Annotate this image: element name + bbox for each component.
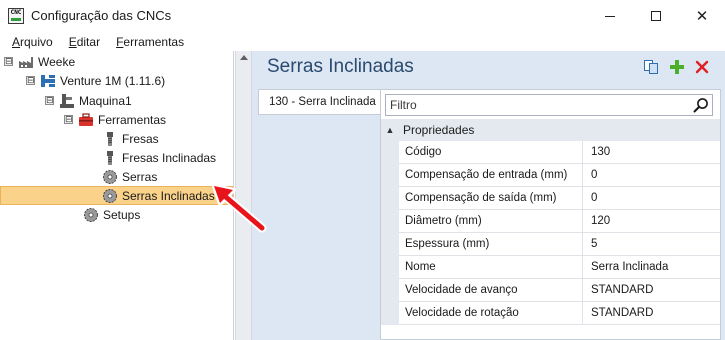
tree-label-weeke: Weeke xyxy=(38,54,76,69)
property-row[interactable]: Código 130 xyxy=(381,141,720,164)
menu-arquivo[interactable]: Arquivo xyxy=(4,35,61,49)
machine-icon xyxy=(59,93,75,109)
tree-node-setups[interactable]: Setups xyxy=(83,205,140,224)
plus-icon xyxy=(670,60,684,74)
tree-label-fresas-inclinadas: Fresas Inclinadas xyxy=(122,150,217,165)
saw-blade-icon xyxy=(102,188,118,204)
panel-title: Serras Inclinadas xyxy=(267,56,414,77)
tree-label-venture: Venture 1M (1.11.6) xyxy=(60,73,166,88)
property-value[interactable]: 130 xyxy=(591,141,610,164)
minimize-button[interactable] xyxy=(587,0,633,32)
copy-button[interactable] xyxy=(642,58,660,76)
property-row[interactable]: Nome Serra Inclinada xyxy=(381,256,720,279)
property-value[interactable]: 0 xyxy=(591,187,597,210)
property-row[interactable]: Velocidade de rotação STANDARD xyxy=(381,302,720,325)
mill-bit-icon xyxy=(102,131,118,147)
panel-splitter[interactable] xyxy=(235,51,252,340)
property-name: Nome xyxy=(405,256,583,279)
property-row[interactable]: Velocidade de avanço STANDARD xyxy=(381,279,720,302)
menu-editar[interactable]: Editar xyxy=(61,35,108,49)
property-value[interactable]: STANDARD xyxy=(591,302,653,325)
window-title: Configuração das CNCs xyxy=(31,8,172,23)
tree-node-serras-inclinadas[interactable]: Serras Inclinadas xyxy=(0,186,233,205)
factory-icon xyxy=(18,54,34,70)
mill-bit-icon xyxy=(102,150,118,166)
menu-arquivo-accel: A xyxy=(12,34,21,49)
filter-box xyxy=(385,94,713,116)
tree-node-maquina1[interactable]: ⊟ Maquina1 xyxy=(45,91,132,110)
delete-button[interactable] xyxy=(693,58,711,76)
tree-node-fresas[interactable]: Fresas xyxy=(102,129,159,148)
property-grid: ▲ Propriedades Código 130 Compensação de … xyxy=(380,89,721,340)
tree-label-serras: Serras xyxy=(122,169,158,184)
menu-editar-accel: E xyxy=(68,34,77,49)
filter-input[interactable] xyxy=(390,97,680,113)
tree-node-weeke[interactable]: ⊟ Weeke xyxy=(4,52,75,71)
menu-arquivo-label: rquivo xyxy=(20,34,53,49)
magnifier-icon xyxy=(693,98,708,113)
expander-ferramentas[interactable]: ⊟ xyxy=(64,115,73,124)
property-value[interactable]: 120 xyxy=(591,210,610,233)
tree-node-fresas-inclinadas[interactable]: Fresas Inclinadas xyxy=(102,148,216,167)
menu-editar-label: ditar xyxy=(76,34,101,49)
property-rows: Código 130 Compensação de entrada (mm) 0 C… xyxy=(381,141,720,325)
machine-group-icon xyxy=(40,73,56,89)
category-propriedades[interactable]: ▲ Propriedades xyxy=(381,119,720,141)
menu-ferramentas[interactable]: Ferramentas xyxy=(108,35,192,49)
close-button[interactable]: ✕ xyxy=(679,0,725,32)
detail-panel: Serras Inclinadas 130 - Serra Inclinada … xyxy=(252,51,725,340)
saw-blade-icon xyxy=(102,169,118,185)
item-tab-130[interactable]: 130 - Serra Inclinada xyxy=(258,89,380,115)
category-label: Propriedades xyxy=(403,123,475,137)
tree-label-serras-inclinadas: Serras Inclinadas xyxy=(122,188,215,203)
menu-ferramentas-label: erramentas xyxy=(123,34,185,49)
menu-bar: Arquivo Editar Ferramentas xyxy=(0,32,725,51)
property-name: Compensação de saída (mm) xyxy=(405,187,583,210)
property-value[interactable]: Serra Inclinada xyxy=(591,256,668,279)
scroll-up-arrow-icon[interactable] xyxy=(240,55,248,60)
property-value[interactable]: 0 xyxy=(591,164,597,187)
copy-icon xyxy=(644,60,658,74)
property-value[interactable]: 5 xyxy=(591,233,597,256)
property-name: Espessura (mm) xyxy=(405,233,583,256)
expander-weeke[interactable]: ⊟ xyxy=(4,57,13,66)
toolbox-icon xyxy=(78,112,94,128)
detail-header: Serras Inclinadas xyxy=(252,51,725,85)
maximize-button[interactable] xyxy=(633,0,679,32)
property-name: Código xyxy=(405,141,583,164)
property-name: Velocidade de rotação xyxy=(405,302,583,325)
tree-node-serras[interactable]: Serras xyxy=(102,167,157,186)
tree-label-fresas: Fresas xyxy=(122,131,159,146)
close-x-icon xyxy=(695,60,709,74)
tree-panel: ⊟ Weeke ⊟ Venture 1M (1.11.6) ⊟ Maquina1… xyxy=(0,51,234,340)
app-icon: CNC xyxy=(8,8,24,24)
add-button[interactable] xyxy=(668,58,686,76)
property-row[interactable]: Diâmetro (mm) 120 xyxy=(381,210,720,233)
property-value[interactable]: STANDARD xyxy=(591,279,653,302)
collapse-toggle-icon[interactable]: ▲ xyxy=(381,125,399,135)
property-row[interactable]: Compensação de entrada (mm) 0 xyxy=(381,164,720,187)
tree-label-ferramentas: Ferramentas xyxy=(98,112,167,127)
tree-node-ferramentas[interactable]: ⊟ Ferramentas xyxy=(64,110,166,129)
property-row[interactable]: Compensação de saída (mm) 0 xyxy=(381,187,720,210)
property-row[interactable]: Espessura (mm) 5 xyxy=(381,233,720,256)
app-icon-text: CNC xyxy=(10,9,22,16)
property-name: Velocidade de avanço xyxy=(405,279,583,302)
expander-maquina1[interactable]: ⊟ xyxy=(45,96,54,105)
property-name: Diâmetro (mm) xyxy=(405,210,583,233)
tree-label-maquina1: Maquina1 xyxy=(79,93,132,108)
property-name: Compensação de entrada (mm) xyxy=(405,164,583,187)
expander-venture[interactable]: ⊟ xyxy=(26,76,35,85)
item-list: 130 - Serra Inclinada xyxy=(258,89,380,340)
tree-node-venture[interactable]: ⊟ Venture 1M (1.11.6) xyxy=(26,71,165,90)
tree-label-setups: Setups xyxy=(103,207,141,222)
gear-icon xyxy=(83,207,99,223)
search-button[interactable] xyxy=(693,97,709,113)
title-bar: CNC Configuração das CNCs ✕ xyxy=(0,0,725,32)
